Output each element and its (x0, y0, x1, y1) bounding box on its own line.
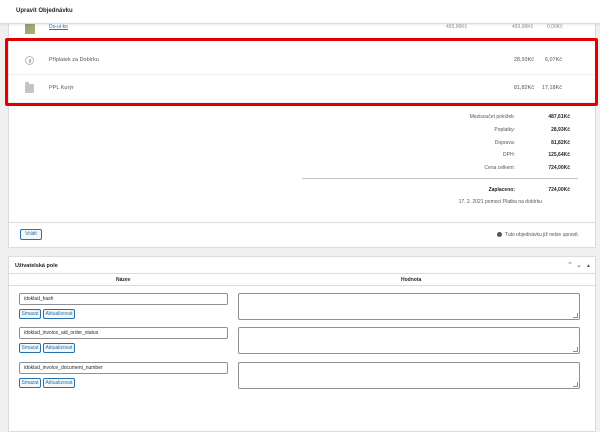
shipping-total-row: Doprava: 81,82Kč (350, 140, 570, 152)
shipping-total: 81,82Kč (513, 85, 534, 91)
payment-note: 17. 2. 2021 pomocí Platba na dobírku (458, 199, 542, 205)
order-total-label: Cena celkem: (484, 165, 515, 171)
fees-total-value: 28,93Kč (551, 127, 570, 133)
paid-row: Zaplaceno: 724,00Kč (350, 187, 570, 199)
order-actions: Vrátit Tuto objednávku již nelze upravit… (8, 222, 596, 248)
product-thumbnail[interactable] (25, 24, 35, 34)
subtotal-value: 487,61Kč (548, 114, 570, 120)
custom-field-row: idoklad_invoice_document_number Smazat A… (9, 362, 595, 397)
order-item-row: Do-ui-ko 493,96Kč 493,96Kč 0,00Kč (9, 24, 595, 38)
item-cost: 493,96Kč (446, 24, 468, 30)
shipping-total-label: Doprava: (494, 140, 515, 146)
item-total: 493,96Kč (512, 24, 534, 30)
fees-total-row: Poplatky: 28,93Kč (350, 127, 570, 139)
locked-notice-text: Tuto objednávku již nelze upravit. (504, 232, 579, 238)
totals-divider (302, 178, 578, 179)
update-field-button[interactable]: Aktualizovat (43, 343, 75, 353)
delete-field-button[interactable]: Smazat (19, 343, 41, 353)
paid-value: 724,00Kč (548, 187, 570, 193)
shipping-tax: 17,18Kč (541, 85, 562, 91)
custom-fields-columns: Název Hodnota (9, 274, 595, 286)
shipping-row-ppl: PPL Kurýr 81,82Kč 17,18Kč (9, 75, 595, 103)
custom-field-row: idoklad_invoice_aid_order_status Smazat … (9, 327, 595, 362)
shipping-icon (25, 82, 34, 93)
custom-field-name-input[interactable]: idoklad_invoice_document_number (19, 362, 228, 374)
custom-fields-header: Uživatelská pole ⌃ ⌄ ▲ (9, 257, 595, 274)
update-field-button[interactable]: Aktualizovat (43, 309, 75, 319)
custom-field-value-textarea[interactable] (238, 362, 580, 389)
delete-field-button[interactable]: Smazat (19, 378, 41, 388)
tax-total-row: DPH: 125,64Kč (350, 152, 570, 164)
delete-field-button[interactable]: Smazat (19, 309, 41, 319)
item-tax: 0,00Kč (547, 24, 563, 30)
page-header: Upravit Objednávku (0, 0, 600, 24)
custom-fields-panel: Uživatelská pole ⌃ ⌄ ▲ Název Hodnota ido… (8, 256, 596, 432)
fee-label: Příplatek za Dobírku (49, 57, 99, 63)
product-link[interactable]: Do-ui-ko (49, 24, 68, 30)
page-title: Upravit Objednávku (16, 8, 73, 14)
paid-label: Zaplaceno: (488, 187, 515, 193)
order-total-value: 724,00Kč (548, 165, 570, 171)
locked-notice: Tuto objednávku již nelze upravit. (496, 232, 579, 238)
order-total-row: Cena celkem: 724,00Kč (350, 165, 570, 177)
column-name: Název (116, 277, 131, 283)
custom-field-value-textarea[interactable] (238, 293, 580, 320)
fee-tax: 6,07Kč (544, 57, 562, 63)
shipping-label: PPL Kurýr (49, 85, 74, 91)
subtotal-row: Mezisoučet položek: 487,61Kč (350, 114, 570, 126)
custom-fields-title: Uživatelská pole (15, 263, 58, 269)
fee-row-cod: Příplatek za Dobírku 28,93Kč 6,07Kč (9, 47, 595, 75)
column-value: Hodnota (401, 277, 422, 283)
tax-total-value: 125,64Kč (548, 152, 570, 158)
subtotal-label: Mezisoučet položek: (469, 114, 515, 120)
refund-button[interactable]: Vrátit (20, 229, 42, 240)
coin-icon (25, 56, 34, 65)
chevron-up-icon[interactable]: ⌃ (567, 261, 573, 269)
tax-total-label: DPH: (503, 152, 515, 158)
update-field-button[interactable]: Aktualizovat (43, 378, 75, 388)
custom-field-name-input[interactable]: idoklad_invoice_aid_order_status (19, 327, 228, 339)
fee-total: 28,93Kč (513, 57, 534, 63)
custom-field-name-input[interactable]: idoklad_hash (19, 293, 228, 305)
fees-total-label: Poplatky: (494, 127, 515, 133)
custom-field-value-textarea[interactable] (238, 327, 580, 354)
collapse-toggle-icon[interactable]: ▲ (586, 263, 591, 269)
info-icon (496, 232, 502, 237)
shipping-total-value: 81,82Kč (551, 140, 570, 146)
custom-field-row: idoklad_hash Smazat Aktualizovat (9, 293, 595, 328)
chevron-down-icon[interactable]: ⌄ (576, 261, 582, 269)
